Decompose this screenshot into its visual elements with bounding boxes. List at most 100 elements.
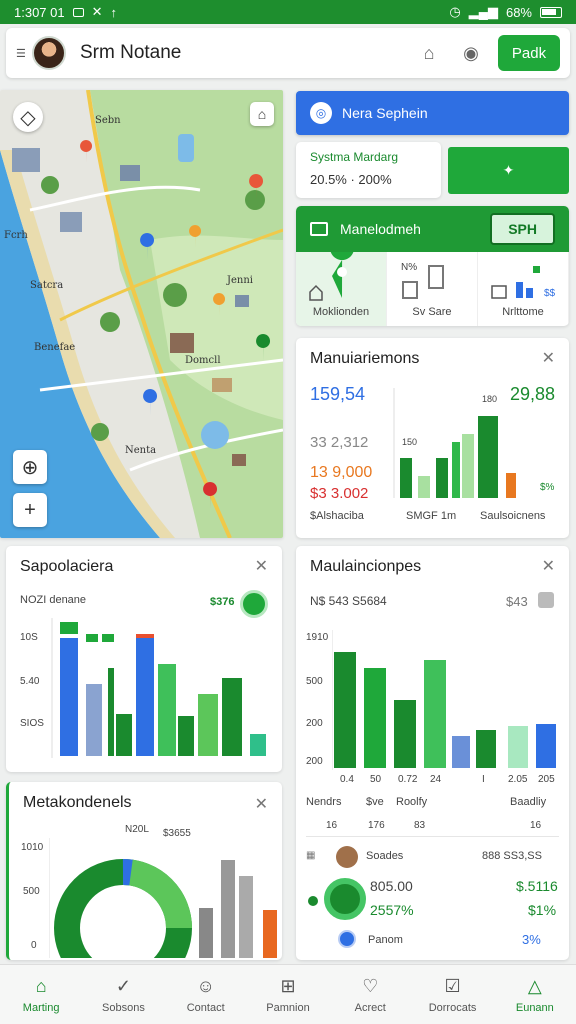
sparkle-icon: ✦ — [502, 162, 515, 178]
chart-icon: ☑ — [444, 976, 461, 996]
panel-d-title: Metakondenels — [23, 794, 132, 811]
header-action-button[interactable]: Padk — [498, 35, 560, 71]
row-label: Soades — [366, 850, 404, 862]
wifi-icon: ✕ — [91, 4, 103, 19]
settings-icon[interactable]: ◉ — [456, 38, 486, 68]
close-icon[interactable]: ✕ — [255, 794, 268, 814]
col-sub: 176 — [368, 820, 385, 831]
bar — [334, 652, 356, 768]
nav-acrect[interactable]: ♡ Acrect — [329, 965, 411, 1024]
bar — [136, 638, 154, 756]
grid-icon: ▦ — [306, 850, 316, 861]
management-header: Manelodmeh SPH — [296, 206, 569, 252]
notification-icon — [72, 7, 84, 17]
bar — [198, 694, 218, 756]
map-label: Fcrh — [4, 230, 28, 241]
status-bar: 1:307 01 ✕ ↑ ◷ ▂▄▆ 68% — [0, 0, 576, 24]
bar — [400, 458, 412, 498]
row-amount: 805.00 — [370, 878, 413, 894]
col-header: Roolfy — [396, 796, 428, 808]
y-tick: 1010 — [21, 842, 44, 853]
bar — [250, 734, 266, 756]
x-tick: 0.72 — [398, 774, 418, 785]
map-layers-button[interactable]: ◇ — [13, 102, 43, 132]
nav-contact[interactable]: ☺ Contact — [165, 965, 247, 1024]
panel-a-legend: $% — [540, 482, 555, 493]
panel-d-donut — [49, 838, 277, 958]
tab-sv-sare[interactable]: N% Sv Sare — [387, 252, 478, 326]
col-header: $ve — [366, 796, 384, 808]
bar — [452, 736, 470, 768]
nav-marting[interactable]: ⌂ Marting — [0, 965, 82, 1024]
x-tick: 24 — [430, 774, 442, 785]
bar — [506, 473, 516, 498]
panel-b-subtitle: NOZI denane — [20, 594, 87, 606]
bar — [478, 416, 498, 498]
status-ring — [324, 878, 366, 920]
bar — [60, 638, 78, 756]
close-icon[interactable]: ✕ — [542, 556, 555, 576]
tab-label: Sv Sare — [412, 306, 452, 318]
panel-a-value-orange: 13 9,000 — [310, 464, 373, 481]
system-card[interactable]: Systma Mardarg 20.5% · 200% — [296, 142, 441, 198]
map-label: Satcra — [30, 280, 64, 291]
home-icon: ⌂ — [35, 976, 47, 996]
close-icon[interactable]: ✕ — [542, 348, 555, 368]
map-view[interactable]: Sebn Fcrh Jenni Satcra Benefae Domcll Ne… — [0, 90, 283, 538]
bar — [536, 724, 556, 768]
management-title: Manelodmeh — [340, 221, 421, 237]
col-header: Baadliy — [510, 796, 547, 808]
nav-label: Pamnion — [266, 1001, 310, 1014]
app-title: Srm Notane — [80, 42, 182, 63]
y-tick: 200 — [306, 718, 323, 729]
x-tick: 205 — [538, 774, 555, 785]
map-label: Domcll — [185, 355, 221, 366]
y-tick: 500 — [306, 676, 323, 687]
home-icon[interactable]: ⌂ — [414, 38, 444, 68]
nav-sobsons[interactable]: ✓ Sobsons — [82, 965, 164, 1024]
nav-label: Dorrocats — [428, 1001, 477, 1014]
battery-text: 68% — [505, 4, 532, 20]
up-icon: ↑ — [110, 4, 118, 20]
avatar[interactable] — [32, 36, 66, 70]
person-icon: ☺ — [196, 976, 215, 996]
x-tick: I — [482, 774, 485, 785]
search-bar[interactable]: ◎ Nera Sephein — [296, 91, 569, 135]
menu-icon[interactable]: ☰ — [16, 47, 26, 60]
locate-icon[interactable]: ⊕ — [13, 450, 47, 484]
row-delta: $1% — [528, 902, 557, 918]
nav-label: Marting — [22, 1001, 60, 1014]
tab-nrlttome[interactable]: $$ Nrlttome — [478, 252, 569, 326]
tag-icon[interactable] — [538, 592, 554, 608]
close-icon[interactable]: ✕ — [255, 556, 268, 576]
nav-label: Sobsons — [102, 1001, 145, 1014]
signal-icon: ▂▄▆ — [468, 4, 498, 19]
nav-label: Acrect — [354, 1001, 386, 1014]
green-action-button[interactable]: ✦ — [448, 147, 569, 194]
col-sub: 83 — [414, 820, 426, 831]
map-label: Benefae — [34, 342, 76, 353]
map-home-button[interactable]: ⌂ — [250, 102, 274, 126]
nav-eunann[interactable]: △ Eunann — [494, 965, 576, 1024]
bar — [394, 700, 416, 768]
y-tick: SIOS — [20, 718, 44, 729]
tab-moklionden[interactable]: Moklionden — [296, 252, 387, 326]
col-sub: 16 — [326, 820, 338, 831]
status-dot — [308, 896, 318, 906]
system-range: 20.5% · 200% — [310, 172, 392, 187]
zoom-in-button[interactable]: + — [13, 493, 47, 527]
panel-c-bars — [332, 630, 556, 770]
bar — [508, 726, 528, 768]
y-tick: 10S — [20, 632, 38, 643]
panel-c-right-value: $43 — [506, 594, 528, 609]
phone-icon[interactable] — [240, 590, 268, 618]
info-icon[interactable] — [338, 930, 356, 948]
bar — [452, 442, 460, 498]
panel-c-title: Maulaincionpes — [310, 558, 422, 575]
annotation: N20L — [125, 824, 149, 835]
row-delta: 3% — [522, 932, 541, 947]
management-badge[interactable]: SPH — [490, 213, 555, 245]
nav-pamnion[interactable]: ⊞ Pamnion — [247, 965, 329, 1024]
bar — [462, 434, 474, 498]
nav-dorrocats[interactable]: ☑ Dorrocats — [411, 965, 493, 1024]
